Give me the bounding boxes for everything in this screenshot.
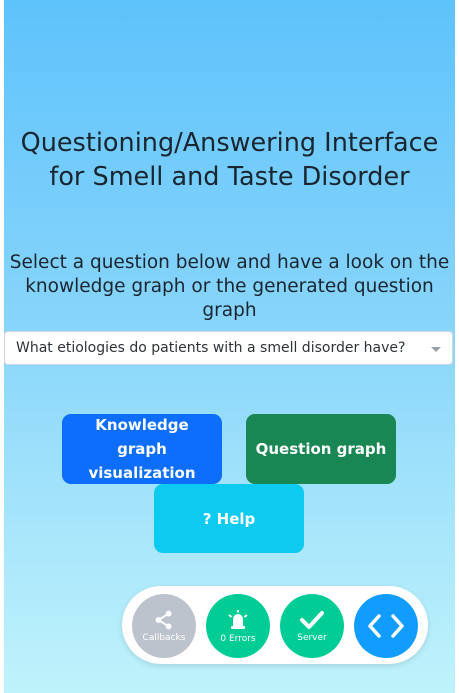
frame-right-edge [455,0,459,693]
devtools-toggle-button[interactable] [354,594,418,658]
devtools-bar: Callbacks 0 Errors Server [122,586,428,664]
question-graph-button[interactable]: Question graph [246,414,396,484]
errors-label: 0 Errors [220,633,256,644]
page-subtitle: Select a question below and have a look … [9,252,450,321]
server-button[interactable]: Server [280,594,344,658]
caret-down-icon[interactable] [431,347,441,352]
check-icon [300,610,324,629]
knowledge-graph-button[interactable]: Knowledge graph visualization [62,414,222,484]
callbacks-button[interactable]: Callbacks [132,594,196,658]
server-label: Server [297,632,327,643]
code-brackets-icon [368,614,404,638]
share-icon [155,610,172,629]
bell-icon [228,609,248,629]
page-title: Questioning/Answering Interface for Smel… [20,128,439,192]
help-button[interactable]: ? Help [154,484,304,553]
callbacks-label: Callbacks [142,632,186,643]
errors-button[interactable]: 0 Errors [206,594,270,658]
question-select[interactable]: What etiologies do patients with a smell… [4,331,453,365]
question-select-value: What etiologies do patients with a smell… [16,340,406,356]
